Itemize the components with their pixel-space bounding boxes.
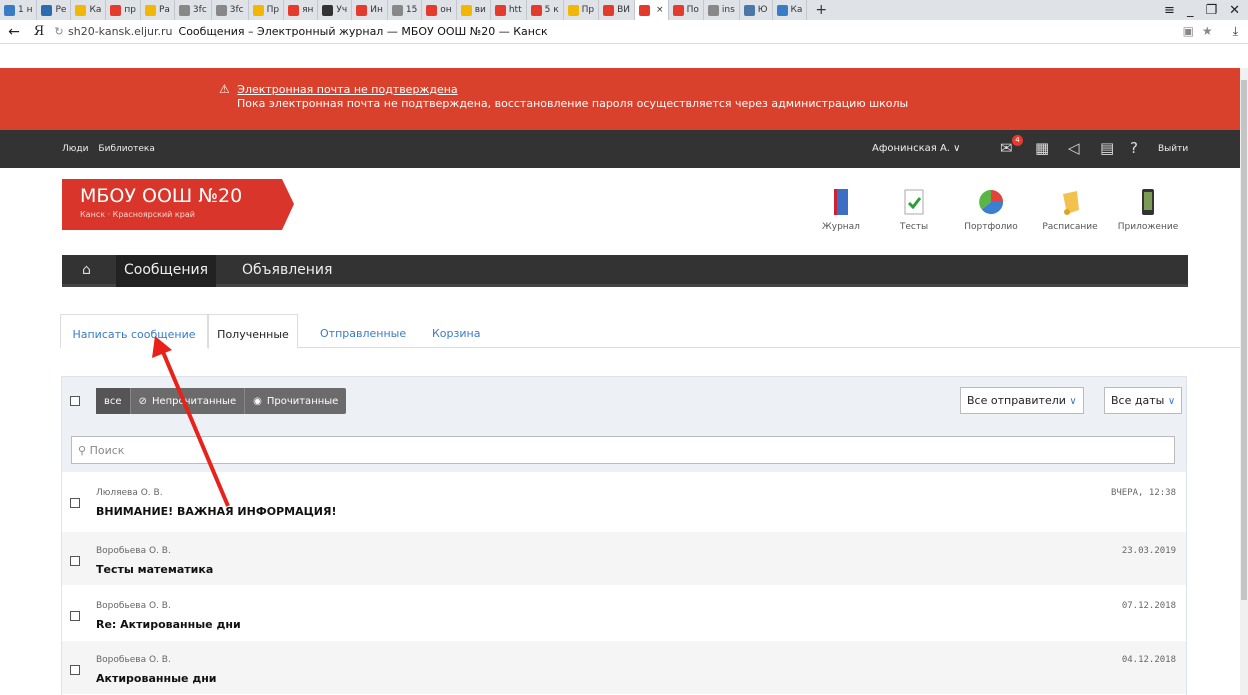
page-scrollbar[interactable] — [1240, 68, 1248, 695]
scrollbar-thumb[interactable] — [1241, 80, 1247, 600]
annotation-arrow — [152, 336, 230, 507]
